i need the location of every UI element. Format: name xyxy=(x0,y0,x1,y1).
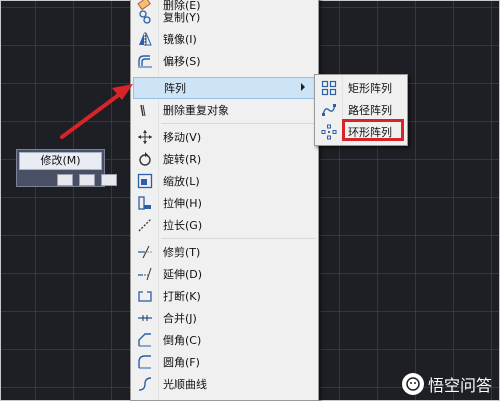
watermark-text: 悟空问答 xyxy=(427,376,492,395)
red-pointer-arrow-icon xyxy=(60,84,133,139)
watermark: 悟空问答 xyxy=(401,372,492,396)
wukong-logo-icon xyxy=(401,373,424,395)
